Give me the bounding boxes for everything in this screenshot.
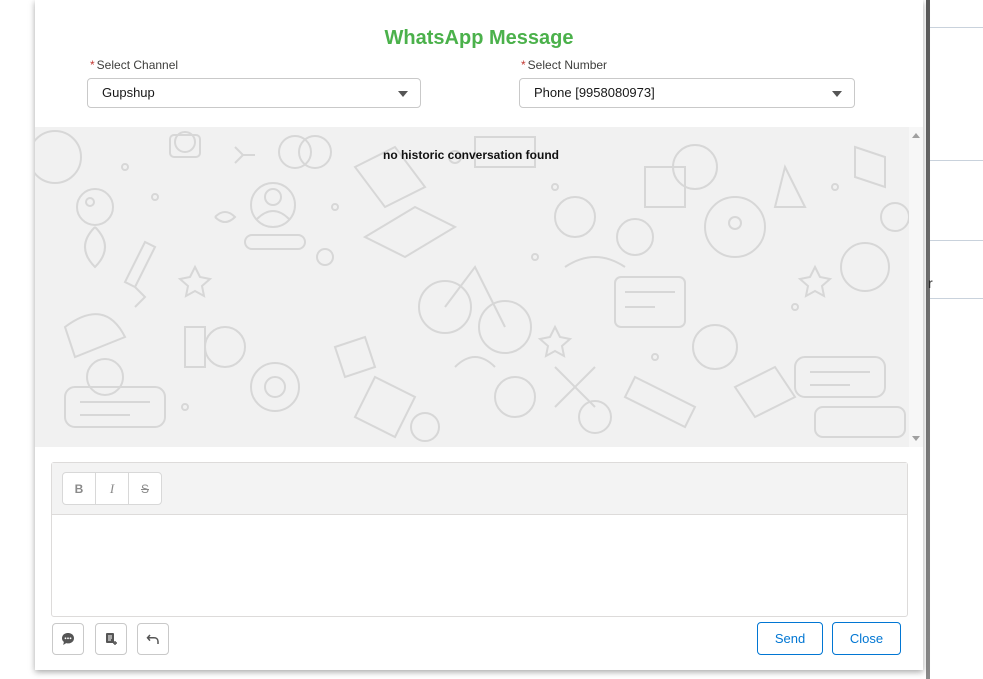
scroll-down-icon[interactable] xyxy=(912,436,920,441)
background-edge xyxy=(926,0,930,679)
undo-button[interactable] xyxy=(137,623,169,655)
chat-wallpaper xyxy=(35,130,910,442)
channel-label-text: Select Channel xyxy=(96,58,179,72)
conversation-scrollbar[interactable] xyxy=(909,127,923,447)
close-button[interactable]: Close xyxy=(832,622,901,655)
required-marker: * xyxy=(521,58,526,72)
whatsapp-message-modal: WhatsApp Message * Select Channel Gupshup… xyxy=(35,0,923,670)
number-value: Phone [9958080973] xyxy=(534,85,655,100)
caret-down-icon xyxy=(398,91,408,97)
empty-conversation-text: no historic conversation found xyxy=(382,148,559,162)
note-add-icon xyxy=(106,633,117,645)
chat-icon xyxy=(62,633,74,645)
number-label-text: Select Number xyxy=(527,58,608,72)
number-label: * Select Number xyxy=(521,58,607,72)
chat-template-button[interactable] xyxy=(52,623,84,655)
required-marker: * xyxy=(90,58,95,72)
add-note-button[interactable] xyxy=(95,623,127,655)
message-input[interactable] xyxy=(52,515,907,616)
caret-down-icon xyxy=(832,91,842,97)
number-select[interactable]: Phone [9958080973] xyxy=(519,78,855,108)
background-text: r xyxy=(928,275,933,291)
strikethrough-button[interactable]: S xyxy=(129,473,161,504)
channel-select[interactable]: Gupshup xyxy=(87,78,421,108)
undo-icon xyxy=(146,634,159,644)
formatting-button-group: B I S xyxy=(62,472,162,505)
send-button[interactable]: Send xyxy=(757,622,823,655)
scroll-up-icon[interactable] xyxy=(912,133,920,138)
italic-button[interactable]: I xyxy=(96,473,129,504)
bold-button[interactable]: B xyxy=(63,473,96,504)
channel-value: Gupshup xyxy=(102,85,155,100)
conversation-panel[interactable]: no historic conversation found xyxy=(35,127,923,447)
channel-label: * Select Channel xyxy=(90,58,178,72)
message-editor: B I S xyxy=(51,462,908,617)
modal-title: WhatsApp Message xyxy=(384,27,574,49)
formatting-toolbar: B I S xyxy=(52,463,907,515)
